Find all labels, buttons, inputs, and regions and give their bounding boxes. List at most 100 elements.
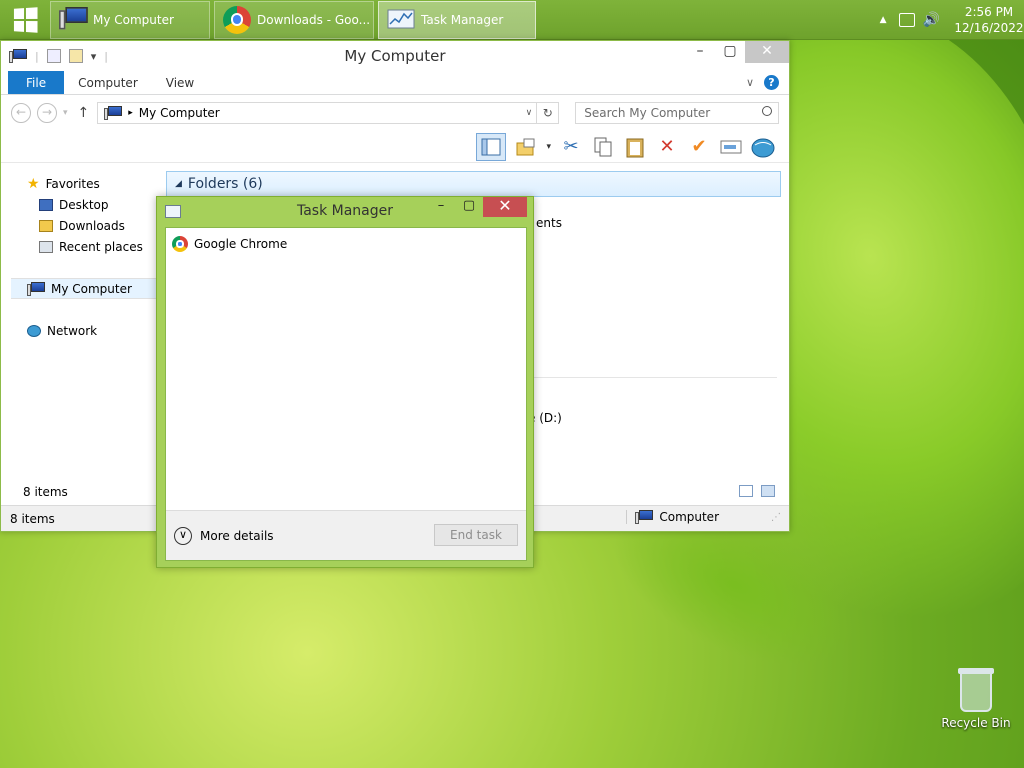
tm-minimize-button[interactable]: – xyxy=(427,197,455,217)
sidebar-label-recent: Recent places xyxy=(59,239,143,254)
delete-icon[interactable]: ✕ xyxy=(655,135,679,159)
expand-ribbon-chevron-icon[interactable]: ∨ xyxy=(746,76,754,89)
close-button[interactable]: ✕ xyxy=(745,41,789,63)
qat-separator-2: | xyxy=(104,49,108,63)
downloads-folder-icon xyxy=(39,219,53,232)
app-name: Google Chrome xyxy=(194,237,288,251)
chevron-down-icon[interactable]: ∨ xyxy=(174,526,192,545)
taskbar-chrome-label: Downloads - Goo... xyxy=(257,12,371,27)
quick-access-toolbar: | ▾ | xyxy=(1,49,108,63)
globe-icon[interactable] xyxy=(751,135,775,159)
windows-logo-icon xyxy=(13,6,38,33)
details-view-icon[interactable] xyxy=(739,485,753,497)
minimize-button[interactable]: – xyxy=(685,41,715,63)
new-folder-icon[interactable] xyxy=(68,49,83,63)
sidebar-label-my-computer: My Computer xyxy=(51,281,132,296)
taskbar-chrome[interactable]: Downloads - Goo... xyxy=(214,0,374,39)
items-count: 8 items xyxy=(23,485,68,499)
window-title: My Computer xyxy=(344,47,446,65)
end-task-button[interactable]: End task xyxy=(434,524,518,546)
clock-date: 12/16/2022 xyxy=(954,20,1024,35)
status-items-count: 8 items xyxy=(10,511,55,526)
maximize-button[interactable]: ▢ xyxy=(715,41,745,63)
sidebar-item-downloads[interactable]: Downloads xyxy=(11,215,156,236)
clock[interactable]: 2:56 PM 12/16/2022 xyxy=(954,4,1024,36)
sidebar-item-favorites[interactable]: ★ Favorites xyxy=(11,173,156,194)
resize-grip-icon[interactable]: ⋰ xyxy=(771,512,781,523)
show-hidden-icons-chevron-icon[interactable]: ▲ xyxy=(880,15,887,25)
task-manager-icon xyxy=(387,7,415,33)
taskbar-task-manager[interactable]: Task Manager xyxy=(378,0,536,39)
sidebar-item-desktop[interactable]: Desktop xyxy=(11,194,156,215)
my-computer-icon xyxy=(59,6,88,33)
chrome-icon xyxy=(172,236,188,252)
view-switcher xyxy=(739,485,775,497)
search-input[interactable]: Search My Computer xyxy=(575,102,780,124)
paste-icon[interactable] xyxy=(623,135,647,159)
sidebar-label-downloads: Downloads xyxy=(59,218,125,233)
navigation-pane-icon[interactable] xyxy=(476,132,507,161)
options-dropdown-icon[interactable]: ▾ xyxy=(546,142,551,152)
breadcrumb-chevron-icon[interactable]: ▸ xyxy=(128,108,133,118)
taskbar-my-computer[interactable]: My Computer xyxy=(50,0,210,39)
task-manager-controls: – ▢ ✕ xyxy=(427,197,527,217)
copy-icon[interactable] xyxy=(591,135,615,159)
tm-close-button[interactable]: ✕ xyxy=(483,197,527,217)
up-button[interactable]: ↑ xyxy=(78,105,90,121)
properties-icon[interactable] xyxy=(46,49,61,63)
address-dropdown-icon[interactable]: ∨ xyxy=(526,108,533,118)
star-icon: ★ xyxy=(27,175,40,192)
folder-options-icon[interactable] xyxy=(514,135,538,159)
help-icon[interactable]: ? xyxy=(764,75,779,90)
tab-file[interactable]: File xyxy=(8,71,65,94)
address-bar[interactable]: ▸ My Computer ∨ xyxy=(97,102,538,124)
app-list-item[interactable]: Google Chrome xyxy=(166,230,526,258)
navigation-pane: ★ Favorites Desktop Downloads Recent pla… xyxy=(11,173,156,341)
taskbar-my-computer-label: My Computer xyxy=(93,12,174,27)
desktop-icon xyxy=(39,198,53,211)
sidebar-item-recent-places[interactable]: Recent places xyxy=(11,236,156,257)
my-computer-icon xyxy=(9,49,27,63)
recycle-bin-shortcut[interactable]: Recycle Bin xyxy=(940,668,1012,730)
folders-group-header[interactable]: ◢ Folders (6) xyxy=(166,171,781,197)
taskbar-task-manager-label: Task Manager xyxy=(421,12,504,27)
folder-item-partial[interactable]: ents xyxy=(536,216,562,230)
task-manager-titlebar[interactable]: Task Manager – ▢ ✕ xyxy=(157,197,533,227)
ribbon-tabs: File Computer View ∨ ? xyxy=(1,71,789,95)
folders-header-label: Folders (6) xyxy=(187,176,263,192)
rename-icon[interactable] xyxy=(719,135,743,159)
recycle-bin-label: Recycle Bin xyxy=(941,716,1011,730)
clock-time: 2:56 PM xyxy=(964,4,1014,19)
tm-maximize-button[interactable]: ▢ xyxy=(455,197,483,217)
window-controls: – ▢ ✕ xyxy=(685,41,789,63)
explorer-titlebar[interactable]: | ▾ | My Computer – ▢ ✕ xyxy=(1,41,789,71)
task-manager-window: Task Manager – ▢ ✕ Google Chrome ∨ More … xyxy=(156,196,534,568)
volume-icon[interactable]: 🔊 xyxy=(923,12,940,28)
address-text: My Computer xyxy=(138,106,220,120)
status-location: Computer xyxy=(626,510,719,524)
my-computer-icon xyxy=(104,106,123,120)
large-icons-view-icon[interactable] xyxy=(761,485,775,497)
cut-icon[interactable]: ✂ xyxy=(559,135,583,159)
address-row: ← → ▾ ↑ ▸ My Computer ∨ ↻ Search My Comp… xyxy=(1,95,789,131)
qat-dropdown-icon[interactable]: ▾ xyxy=(91,50,97,63)
task-manager-body: Google Chrome ∨ More details End task xyxy=(165,227,527,561)
recent-locations-chevron-icon[interactable]: ▾ xyxy=(63,108,68,118)
command-toolbar: ▾ ✂ ✕ ✔ xyxy=(1,131,789,163)
start-button[interactable] xyxy=(0,0,50,40)
sidebar-label-desktop: Desktop xyxy=(59,197,109,212)
status-location-label: Computer xyxy=(659,510,719,524)
collapse-group-icon[interactable]: ◢ xyxy=(175,179,182,189)
tab-view[interactable]: View xyxy=(152,71,208,94)
forward-button[interactable]: → xyxy=(37,103,57,123)
back-button[interactable]: ← xyxy=(11,103,31,123)
tab-computer[interactable]: Computer xyxy=(64,71,152,94)
chrome-icon xyxy=(223,5,251,34)
sidebar-item-network[interactable]: Network xyxy=(11,320,156,341)
network-tray-icon[interactable] xyxy=(898,12,915,27)
select-check-icon[interactable]: ✔ xyxy=(687,135,711,159)
refresh-button[interactable]: ↻ xyxy=(537,102,560,124)
sidebar-item-my-computer[interactable]: My Computer xyxy=(11,278,156,299)
more-details-link[interactable]: More details xyxy=(200,529,274,543)
sidebar-label-favorites: Favorites xyxy=(45,176,100,191)
